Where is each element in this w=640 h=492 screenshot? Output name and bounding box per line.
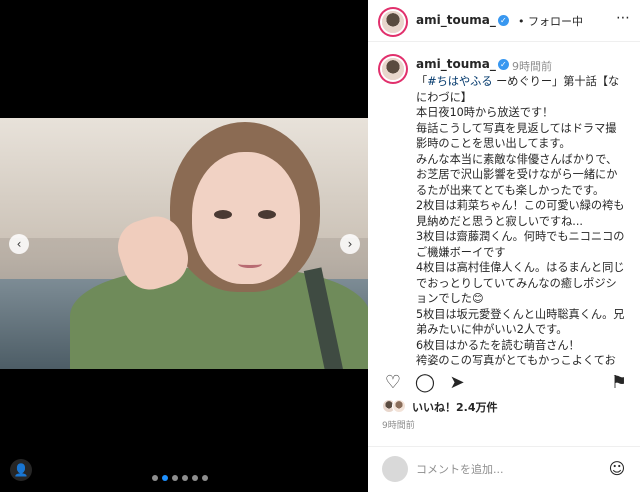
carousel-dot[interactable] (182, 475, 188, 481)
emoji-icon[interactable]: ☺ (606, 458, 628, 480)
caption-line: 「#ちはやふる ーめぐりー」第十話【な (416, 75, 620, 88)
caption-time[interactable]: 9時間前 (512, 58, 552, 74)
carousel-dot[interactable] (152, 475, 158, 481)
bookmark-icon[interactable]: ⚑ (608, 372, 630, 394)
caption-line: 弟みたいに仲がいい2人です。 (416, 323, 568, 336)
caption-author-avatar[interactable] (382, 58, 404, 80)
share-icon[interactable]: ➤ (446, 372, 468, 394)
hashtag-link[interactable]: #ちはやふる (427, 75, 492, 88)
caption-line: 見納めだと思うと寂しいですね... (416, 214, 583, 228)
caption-author-username-text[interactable]: ami_touma_ (416, 57, 496, 71)
caption-line: 4枚目は高村佳偉人くん。はるまんと同じ (416, 261, 625, 274)
caption-text: 「#ちはやふる ーめぐりー」第十話【な にわづに】本日夜10時から放送です！ 毎話こ… (416, 74, 632, 366)
chevron-right-icon[interactable]: › (340, 234, 360, 254)
caption-line: お芝居で沢山影響を受けながら一緒にか (416, 168, 618, 181)
author-username-text[interactable]: ami_touma_ (416, 13, 496, 27)
post-side-pane: ami_touma_ ✓ • フォロー中 ⋯ ami_touma_ ✓ 9時間前 「… (368, 0, 640, 492)
current-user-avatar (382, 456, 408, 482)
liker-avatar (392, 399, 406, 413)
caption-line: 本日夜10時から放送です！ (416, 106, 554, 119)
photo-eye-left (214, 210, 232, 219)
caption-line: にわづに】 (416, 90, 472, 104)
caption-line: 6枚目はかるたを読む萌音さん！ (416, 338, 580, 352)
post-action-bar: ♡ ◯ ➤ ⚑ (368, 368, 640, 398)
verified-badge-icon: ✓ (497, 59, 509, 70)
caption-line: 3枚目は齋藤潤くん。何時でもニコニコの (416, 230, 625, 243)
caption-line: 5枚目は坂元愛登くんと山時聡真くん。兄 (416, 307, 625, 321)
carousel-indicator (152, 475, 208, 481)
chevron-left-icon[interactable]: ‹ (9, 234, 29, 254)
caption-line: ご機嫌ボーイです (416, 245, 506, 259)
photo-eye-right (258, 210, 276, 219)
caption-line: でおっとりしていてみんなの癒しポジシ (416, 276, 617, 290)
caption-line: ョンでした😊 (416, 292, 484, 305)
caption-line: 影時のことを思い出してます。 (416, 137, 571, 150)
caption-author-username[interactable]: ami_touma_ ✓ (416, 57, 509, 71)
comment-input[interactable] (416, 458, 596, 480)
carousel-dot[interactable] (172, 475, 178, 481)
post-photo[interactable] (0, 118, 368, 369)
carousel-dot[interactable] (192, 475, 198, 481)
follow-status-text[interactable]: フォロー中 (528, 15, 583, 28)
post-header: ami_touma_ ✓ • フォロー中 ⋯ (368, 0, 640, 42)
carousel-dot[interactable] (162, 475, 168, 481)
caption-line: みんな本当に素敵な俳優さんばかりで、 (416, 152, 618, 166)
caption-line: 袴姿のこの写真がとてもかっこよくてお (416, 354, 616, 366)
photo-mouth (238, 260, 262, 268)
more-options-icon[interactable]: ⋯ (616, 10, 630, 26)
likes-count[interactable]: いいね！2.4万件 (412, 399, 498, 415)
posted-time[interactable]: 9時間前 (382, 418, 415, 431)
caption-line: るたが出来てとても楽しかったです。 (416, 183, 605, 197)
user-tag-icon[interactable]: 👤 (10, 459, 32, 481)
comment-icon[interactable]: ◯ (414, 372, 436, 394)
post-media-pane: ‹ › 👤 (0, 0, 368, 492)
follow-status[interactable]: • フォロー中 (518, 13, 583, 29)
verified-badge-icon: ✓ (497, 15, 509, 26)
post-caption: ami_touma_ ✓ 9時間前 「#ちはやふる ーめぐりー」第十話【な にわづに… (368, 54, 640, 366)
caption-line: 2枚目は莉菜ちゃん！この可愛い緑の袴も (416, 199, 625, 212)
heart-icon[interactable]: ♡ (382, 372, 404, 394)
author-avatar[interactable] (382, 11, 404, 33)
comment-bar: ☺ (368, 446, 640, 492)
carousel-dot[interactable] (202, 475, 208, 481)
caption-line: 毎話こうして写真を見返してはドラマ撮 (416, 121, 617, 135)
author-username[interactable]: ami_touma_ ✓ (416, 13, 509, 27)
